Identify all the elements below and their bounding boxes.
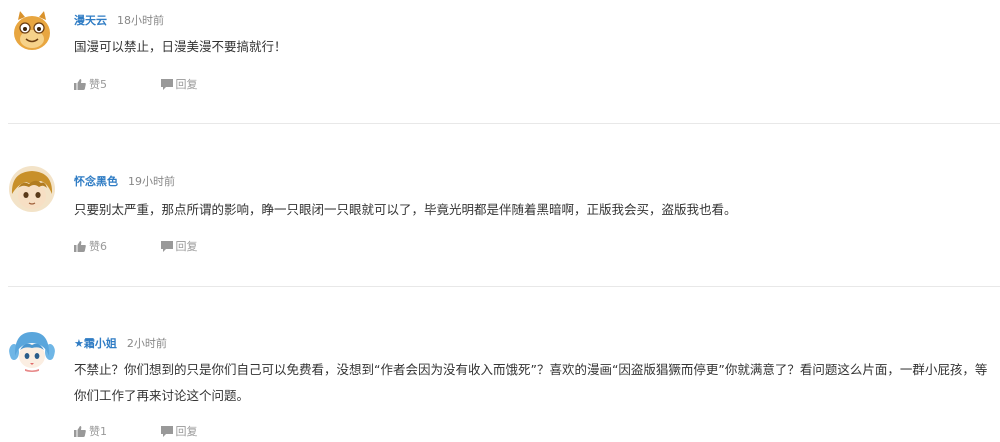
comment-username[interactable]: 漫天云	[74, 14, 107, 27]
anime-boy-avatar-icon	[9, 166, 55, 212]
reply-label: 回复	[175, 78, 198, 91]
comment-divider	[8, 123, 1000, 124]
comment-username[interactable]: 怀念黑色	[74, 175, 118, 188]
comment-time: 18小时前	[117, 14, 164, 27]
reply-button[interactable]: 回复	[160, 239, 198, 255]
like-button[interactable]: 赞1	[74, 424, 107, 440]
speech-bubble-icon	[160, 241, 173, 252]
comment-divider	[8, 286, 1000, 287]
anime-girl-avatar-icon	[9, 326, 55, 372]
speech-bubble-icon	[160, 79, 173, 90]
avatar[interactable]	[9, 326, 55, 372]
like-button[interactable]: 赞5	[74, 77, 107, 93]
comment-actions: 赞6 回复	[74, 239, 198, 255]
avatar[interactable]	[9, 8, 55, 54]
cartoon-face-avatar-icon	[9, 8, 55, 54]
comment-meta: ★霜小姐 2小时前	[74, 334, 167, 350]
comment-text: 只要别太严重，那点所谓的影响，睁一只眼闭一只眼就可以了，毕竟光明都是伴随着黑暗啊…	[74, 202, 737, 217]
thumbs-up-icon	[74, 426, 86, 437]
comment-actions: 赞1 回复	[74, 424, 198, 440]
comment-text: 不禁止？你们想到的只是你们自己可以免费看，没想到“作者会因为没有收入而饿死”？喜…	[74, 362, 988, 403]
comment-time: 2小时前	[126, 337, 167, 350]
reply-label: 回复	[175, 240, 198, 253]
like-count: 赞5	[89, 78, 107, 91]
like-count: 赞1	[89, 425, 107, 438]
reply-label: 回复	[175, 425, 198, 438]
comment-time: 19小时前	[128, 175, 175, 188]
thumbs-up-icon	[74, 79, 86, 90]
comment-list: 漫天云 18小时前 国漫可以禁止，日漫美漫不要搞就行！ 赞5 回复 怀念黑色 1…	[0, 0, 1000, 442]
comment-meta: 怀念黑色 19小时前	[74, 172, 175, 188]
comment-meta: 漫天云 18小时前	[74, 11, 164, 27]
reply-button[interactable]: 回复	[160, 77, 198, 93]
reply-button[interactable]: 回复	[160, 424, 198, 440]
comment-username[interactable]: ★霜小姐	[74, 337, 117, 350]
comment-text: 国漫可以禁止，日漫美漫不要搞就行！	[74, 39, 287, 54]
like-count: 赞6	[89, 240, 107, 253]
speech-bubble-icon	[160, 426, 173, 437]
comment-actions: 赞5 回复	[74, 77, 198, 93]
thumbs-up-icon	[74, 241, 86, 252]
like-button[interactable]: 赞6	[74, 239, 107, 255]
avatar[interactable]	[9, 166, 55, 212]
